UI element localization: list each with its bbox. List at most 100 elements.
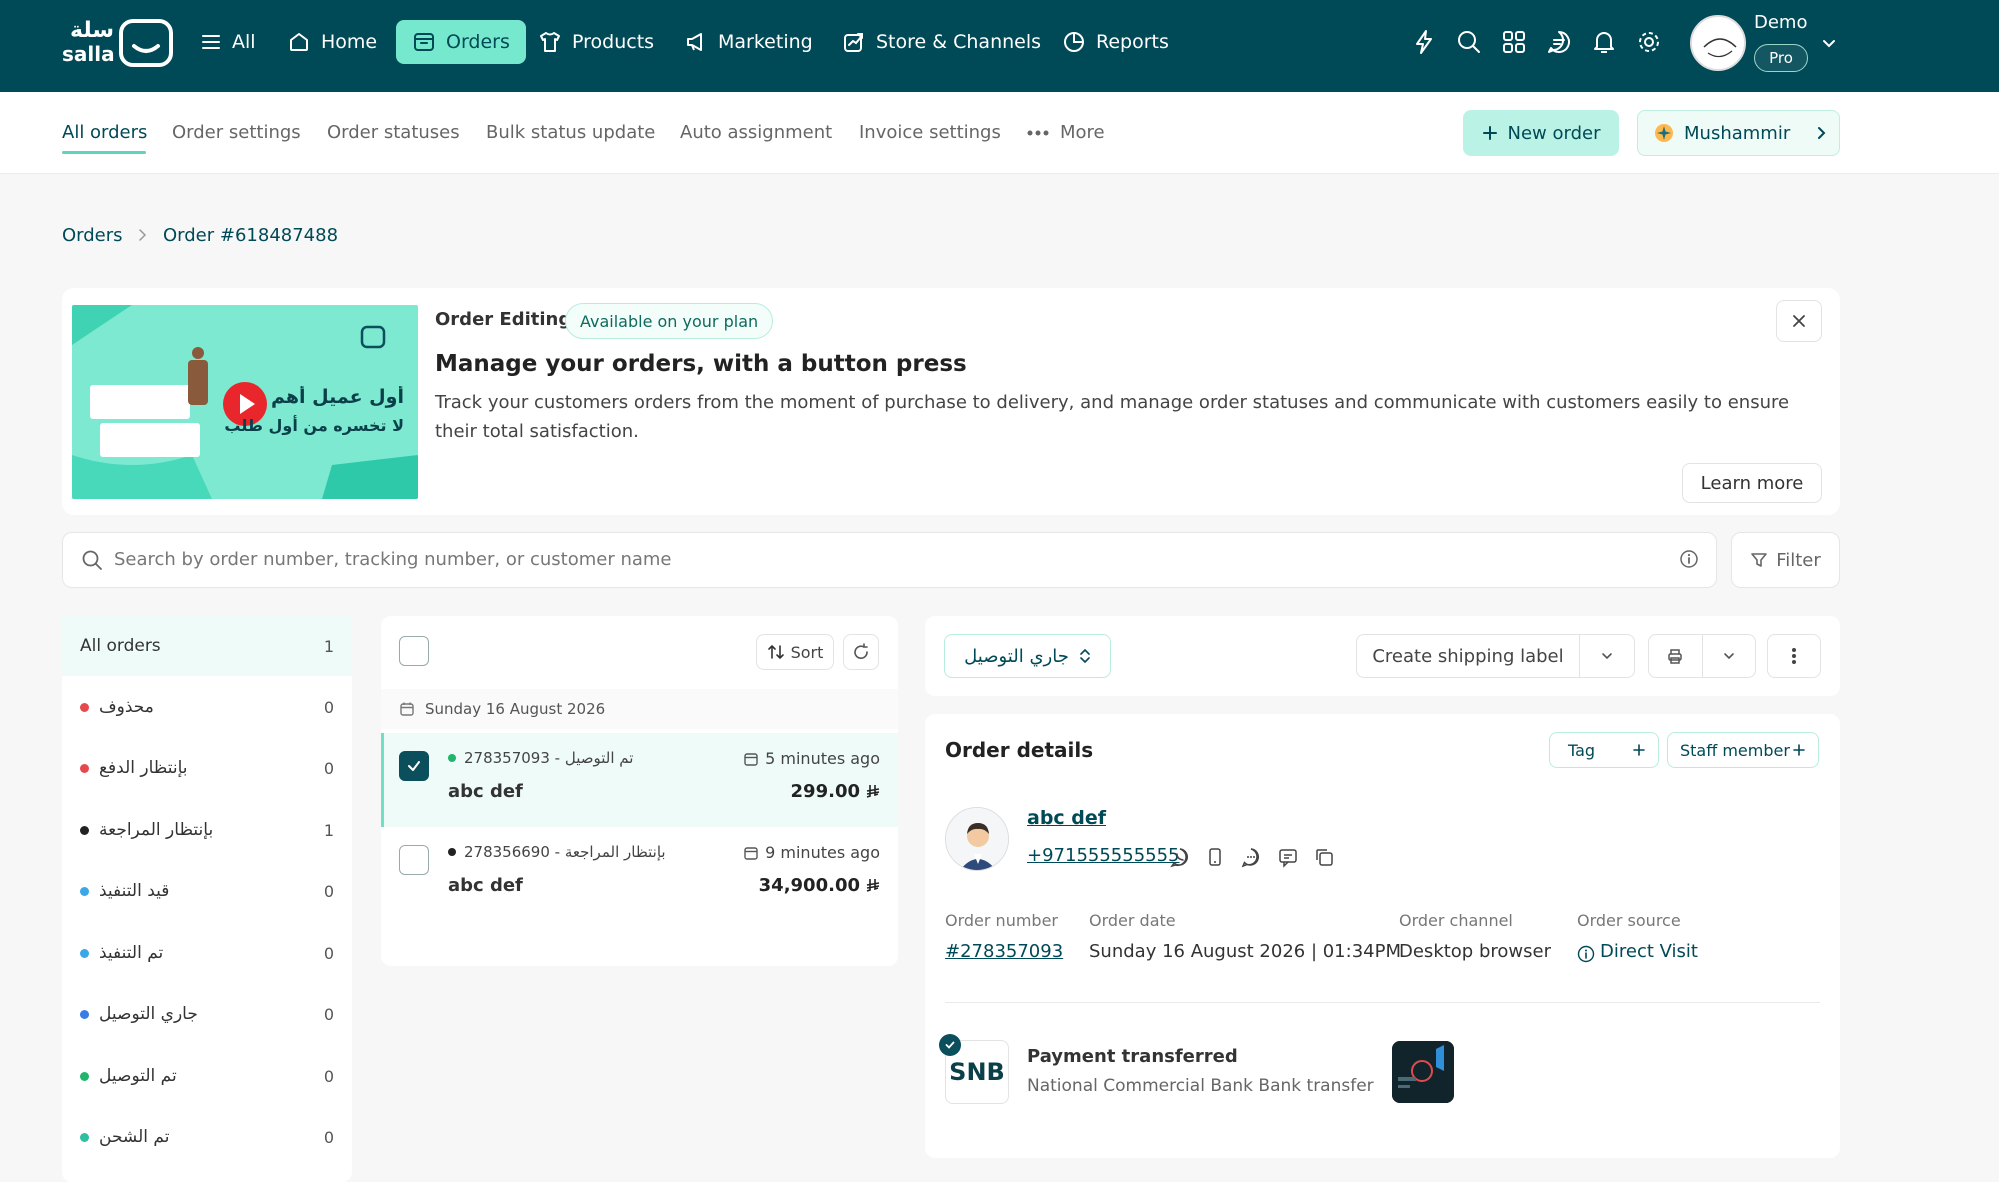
calendar-icon bbox=[743, 845, 759, 861]
create-shipping-label-main[interactable]: Create shipping label bbox=[1357, 635, 1580, 677]
status-item-all-orders[interactable]: All orders 1 bbox=[62, 616, 352, 676]
logo-arabic: سلة bbox=[70, 18, 114, 43]
print-options-dropdown[interactable] bbox=[1703, 635, 1756, 677]
transfer-receipt-thumbnail[interactable] bbox=[1392, 1041, 1454, 1103]
order-amount: 299.00 bbox=[791, 781, 880, 802]
order-status-select[interactable]: جاري التوصيل bbox=[944, 634, 1111, 678]
user-avatar[interactable] bbox=[1690, 15, 1746, 71]
time-label: 9 minutes ago bbox=[765, 843, 880, 862]
status-count: 0 bbox=[323, 943, 334, 963]
chevron-down-icon[interactable] bbox=[1820, 34, 1838, 52]
mobile-phone-icon[interactable] bbox=[1204, 846, 1226, 868]
chat-icon[interactable] bbox=[1545, 28, 1573, 56]
status-item[interactable]: بإنتظار المراجعة 1 bbox=[62, 800, 352, 860]
order-number-label: Order number bbox=[945, 911, 1058, 930]
print-button[interactable] bbox=[1649, 635, 1703, 677]
menu-icon bbox=[200, 31, 222, 53]
home-icon bbox=[287, 30, 311, 54]
info-icon bbox=[1577, 945, 1595, 963]
order-date-label: Order date bbox=[1089, 911, 1176, 930]
customer-name-link[interactable]: abc def bbox=[1027, 807, 1106, 829]
select-all-checkbox[interactable] bbox=[399, 636, 429, 666]
nav-products[interactable]: Products bbox=[538, 20, 654, 64]
breadcrumb-orders[interactable]: Orders bbox=[62, 225, 123, 246]
printer-icon bbox=[1666, 647, 1684, 665]
lightning-icon[interactable] bbox=[1410, 28, 1438, 56]
payment-method-subtitle: National Commercial Bank Bank transfer bbox=[1027, 1076, 1374, 1096]
add-tag-button[interactable]: Tag bbox=[1549, 732, 1659, 768]
order-details-title: Order details bbox=[945, 738, 1094, 762]
order-number-link[interactable]: #278357093 bbox=[945, 941, 1063, 962]
tab-all-orders[interactable]: All orders bbox=[62, 122, 147, 143]
order-amount: 34,900.00 bbox=[759, 875, 880, 896]
nav-all[interactable]: All bbox=[200, 20, 256, 64]
add-staff-member-button[interactable]: Staff member bbox=[1667, 732, 1819, 768]
plus-icon bbox=[1632, 743, 1646, 757]
customer-avatar[interactable] bbox=[945, 807, 1009, 871]
order-row[interactable]: 278356690 - بإنتظار المراجعة abc def 9 m… bbox=[381, 827, 898, 921]
sort-button[interactable]: Sort bbox=[756, 634, 834, 670]
order-source-value: Direct Visit bbox=[1600, 941, 1698, 962]
print-button-group[interactable] bbox=[1648, 634, 1756, 678]
status-item[interactable]: بإنتظار الدفع 0 bbox=[62, 738, 352, 798]
tab-invoice-settings[interactable]: Invoice settings bbox=[859, 122, 1001, 143]
order-date-value: Sunday 16 August 2026 | 01:34PM bbox=[1089, 941, 1401, 962]
order-time: 9 minutes ago bbox=[743, 843, 880, 862]
whatsapp-icon[interactable] bbox=[1169, 846, 1191, 868]
status-item[interactable]: قيد التنفيذ 0 bbox=[62, 861, 352, 921]
megaphone-icon bbox=[684, 30, 708, 54]
order-time: 5 minutes ago bbox=[743, 749, 880, 768]
copy-icon[interactable] bbox=[1313, 846, 1335, 868]
status-item[interactable]: تم التنفيذ 0 bbox=[62, 923, 352, 983]
logo-latin: salla bbox=[62, 42, 115, 66]
search-icon bbox=[81, 549, 103, 571]
salla-logo[interactable]: سلة salla bbox=[62, 18, 174, 68]
chat-bubble-icon[interactable] bbox=[1240, 846, 1262, 868]
shipping-options-dropdown[interactable] bbox=[1580, 649, 1634, 663]
tab-bulk-status-update[interactable]: Bulk status update bbox=[486, 122, 655, 143]
date-label: Sunday 16 August 2026 bbox=[425, 700, 606, 718]
close-icon bbox=[1792, 314, 1806, 328]
divider bbox=[945, 1002, 1820, 1003]
info-icon[interactable] bbox=[1679, 549, 1699, 569]
bell-icon[interactable] bbox=[1590, 28, 1618, 56]
status-dot bbox=[80, 1009, 89, 1019]
status-item[interactable]: تم الشحن 0 bbox=[62, 1107, 352, 1167]
active-tab-indicator bbox=[62, 151, 146, 154]
order-id-status: 278357093 - تم التوصيل bbox=[464, 749, 634, 767]
search-icon[interactable] bbox=[1455, 28, 1483, 56]
apps-grid-icon[interactable] bbox=[1500, 28, 1528, 56]
customer-phone-link[interactable]: +971555555555 bbox=[1027, 845, 1180, 866]
mushammir-button[interactable]: Mushammir bbox=[1637, 110, 1840, 156]
order-row[interactable]: 278357093 - تم التوصيل abc def 5 minutes… bbox=[381, 733, 898, 827]
status-item[interactable]: تم التوصيل 0 bbox=[62, 1046, 352, 1106]
tab-more[interactable]: More bbox=[1026, 122, 1105, 143]
tab-auto-assignment[interactable]: Auto assignment bbox=[680, 122, 832, 143]
status-label: قيد التنفيذ bbox=[99, 881, 170, 901]
more-actions-button[interactable] bbox=[1767, 634, 1821, 678]
close-banner-button[interactable] bbox=[1776, 300, 1822, 342]
refresh-button[interactable] bbox=[843, 634, 879, 670]
store-icon bbox=[842, 30, 866, 54]
message-icon[interactable] bbox=[1277, 846, 1299, 868]
tab-order-settings[interactable]: Order settings bbox=[172, 122, 301, 143]
nav-label: Orders bbox=[446, 31, 510, 53]
order-source-label: Order source bbox=[1577, 911, 1681, 930]
gear-icon[interactable] bbox=[1635, 28, 1663, 56]
nav-marketing[interactable]: Marketing bbox=[684, 20, 813, 64]
chevron-right-icon bbox=[1814, 126, 1828, 140]
status-item[interactable]: جاري التوصيل 0 bbox=[62, 984, 352, 1044]
nav-label: All bbox=[232, 31, 256, 53]
nav-reports[interactable]: Reports bbox=[1062, 20, 1169, 64]
filter-button[interactable]: Filter bbox=[1731, 532, 1840, 588]
order-checkbox[interactable] bbox=[399, 845, 429, 875]
order-checkbox[interactable] bbox=[399, 751, 429, 781]
learn-more-button[interactable]: Learn more bbox=[1682, 463, 1822, 503]
nav-home[interactable]: Home bbox=[287, 20, 377, 64]
nav-orders[interactable]: Orders bbox=[396, 20, 526, 64]
status-item[interactable]: محذوف 0 bbox=[62, 677, 352, 737]
create-shipping-label-button[interactable]: Create shipping label bbox=[1356, 634, 1635, 678]
new-order-button[interactable]: New order bbox=[1463, 110, 1619, 156]
tab-order-statuses[interactable]: Order statuses bbox=[327, 122, 460, 143]
nav-store-channels[interactable]: Store & Channels bbox=[842, 20, 1041, 64]
